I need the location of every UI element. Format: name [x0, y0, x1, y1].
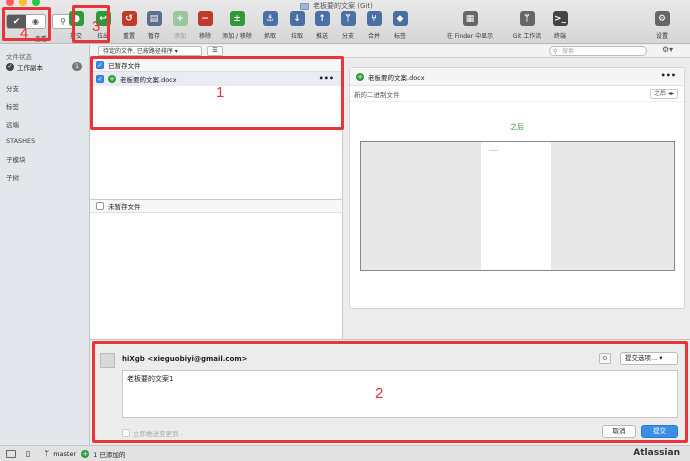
toolbar-button-17[interactable]: ⚙ 设置 [649, 11, 675, 40]
added-icon: + [356, 72, 364, 81]
sidebar-toggle-icon[interactable] [6, 449, 16, 458]
add-icon: + [172, 11, 188, 26]
window-title: 老板要的文案 (Git) [300, 1, 373, 11]
branch-icon: ᛘ [44, 449, 50, 458]
app-window: 老板要的文案 (Git) ✔ ◉ ⚲ 查看 ● 提交 ↩ 拉出 ↺ 重置 ▤ 暂存 + 添加 − 移除… [0, 0, 690, 461]
toolbar-button-label: 合并 [367, 33, 380, 40]
settings-icon: ⚙ [654, 11, 670, 26]
folder-icon [300, 2, 309, 10]
toolbar-button-3[interactable]: ↺ 重置 [116, 11, 142, 40]
finder-icon: ▦ [462, 11, 478, 26]
gear-icon[interactable]: ⚙▾ [662, 45, 673, 54]
annotation-number-3: 3 [92, 18, 101, 35]
reset-icon: ↺ [121, 11, 137, 26]
toolbar-button-12[interactable]: ⑂ 合并 [361, 11, 387, 40]
annotation-number-2: 2 [375, 385, 384, 402]
toolbar-button-4[interactable]: ▤ 暂存 [141, 11, 167, 40]
after-label: 之后 [510, 123, 524, 131]
checkmark-icon: ✓ [6, 62, 14, 71]
working-copy-count-badge: 1 [72, 62, 82, 71]
sidebar-item-tags[interactable]: 标签 [6, 101, 19, 111]
version-select[interactable]: 之后 ◂▸ [650, 89, 678, 99]
toolbar-button-label: Git 工作流 [512, 33, 542, 40]
minimize-window-button[interactable] [19, 0, 27, 6]
diff-preview: + 老板要的文案.docx ••• 新的二进制文件 之后 ◂▸ 之后 ----- [342, 59, 690, 339]
search-icon: ⚲ [553, 48, 558, 55]
annotation-box-2 [92, 341, 688, 443]
toolbar-button-label: 添加 / 移除 [222, 33, 252, 40]
toolbar-button-label: 标签 [393, 33, 406, 40]
toolbar-button-label: 添加 [173, 33, 186, 40]
preview-subtitle: 新的二进制文件 之后 ◂▸ [350, 86, 684, 102]
tag-icon: ◆ [392, 11, 408, 26]
toolbar-button-8[interactable]: ⚓ 抓取 [257, 11, 283, 40]
sidebar-header-file-status: 文件状态 [6, 53, 32, 61]
toolbar-button-11[interactable]: ᛘ 分支 [335, 11, 361, 40]
toolbar-button-label: 暂存 [147, 33, 160, 40]
unstaged-header: 未暂存文件 [90, 200, 342, 213]
device-icon: ▯ [26, 449, 31, 458]
sidebar-item-working-copy[interactable]: ✓ 工作副本 1 [6, 61, 86, 72]
pull-icon: ↓ [289, 11, 305, 26]
stash-icon: ▤ [146, 11, 162, 26]
document-page: ----- [481, 142, 551, 270]
toolbar-button-label: 重置 [122, 33, 135, 40]
toolbar-button-label: 推送 [315, 33, 328, 40]
gitflow-icon: ᛘ [519, 11, 535, 26]
toolbar-button-label: 分支 [341, 33, 354, 40]
toolbar-button-13[interactable]: ◆ 标签 [387, 11, 413, 40]
unstaged-files-panel: 未暂存文件 [90, 199, 342, 339]
toolbar-button-14[interactable]: ▦ 在 Finder 中显示 [440, 11, 500, 40]
sidebar-item-submodules[interactable]: 子模块 [6, 154, 26, 164]
toolbar-button-10[interactable]: ↑ 推送 [309, 11, 335, 40]
merge-icon: ⑂ [366, 11, 382, 26]
toolbar-button-16[interactable]: >_ 终端 [547, 11, 573, 40]
fetch-icon: ⚓ [262, 11, 278, 26]
branch-name[interactable]: master [53, 450, 76, 458]
toolbar-button-9[interactable]: ↓ 拉取 [284, 11, 310, 40]
document-preview: ----- [360, 141, 675, 271]
toolbar-button-label: 在 Finder 中显示 [446, 33, 494, 40]
unstaged-all-checkbox[interactable] [96, 202, 104, 210]
toolbar-button-label: 设置 [655, 33, 668, 40]
toolbar-button-label: 终端 [553, 33, 566, 40]
preview-card: + 老板要的文案.docx ••• 新的二进制文件 之后 ◂▸ 之后 ----- [349, 67, 685, 309]
preview-header: + 老板要的文案.docx ••• [350, 68, 684, 86]
status-bar: ▯ ᛘ master + 1 已添加的 Atlassian [0, 445, 690, 461]
close-window-button[interactable] [6, 0, 14, 6]
terminal-icon: >_ [552, 11, 568, 26]
sidebar: 文件状态 ✓ 工作副本 1 分支 标签 远端 STASHES 子模块 子树 [0, 45, 90, 445]
list-view-icon[interactable]: ☰ [207, 46, 223, 56]
annotation-number-1: 1 [216, 84, 225, 101]
sidebar-item-branches[interactable]: 分支 [6, 83, 19, 93]
annotation-box-3 [72, 5, 110, 43]
toolbar-button-label: 抓取 [263, 33, 276, 40]
add-remove-icon: ± [229, 11, 245, 26]
added-icon: + [81, 449, 90, 458]
window-controls [6, 0, 40, 6]
push-icon: ↑ [314, 11, 330, 26]
sort-select[interactable]: 待定的文件, 已按路径排序 ▾ [98, 46, 202, 56]
branch-icon: ᛘ [340, 11, 356, 26]
toolbar-button-label: 拉取 [290, 33, 303, 40]
sidebar-item-stashes[interactable]: STASHES [6, 137, 35, 145]
search-input[interactable]: ⚲ 搜索 [549, 46, 647, 56]
added-count: 1 已添加的 [93, 450, 126, 459]
maximize-window-button[interactable] [32, 0, 40, 6]
more-icon[interactable]: ••• [661, 71, 676, 80]
toolbar-button-5[interactable]: + 添加 [167, 11, 193, 40]
atlassian-logo: Atlassian [633, 448, 680, 458]
sidebar-item-remotes[interactable]: 远端 [6, 119, 19, 129]
annotation-number-4: 4 [20, 25, 29, 42]
sidebar-item-subtrees[interactable]: 子树 [6, 172, 19, 182]
working-copy-label: 工作副本 [17, 63, 43, 72]
